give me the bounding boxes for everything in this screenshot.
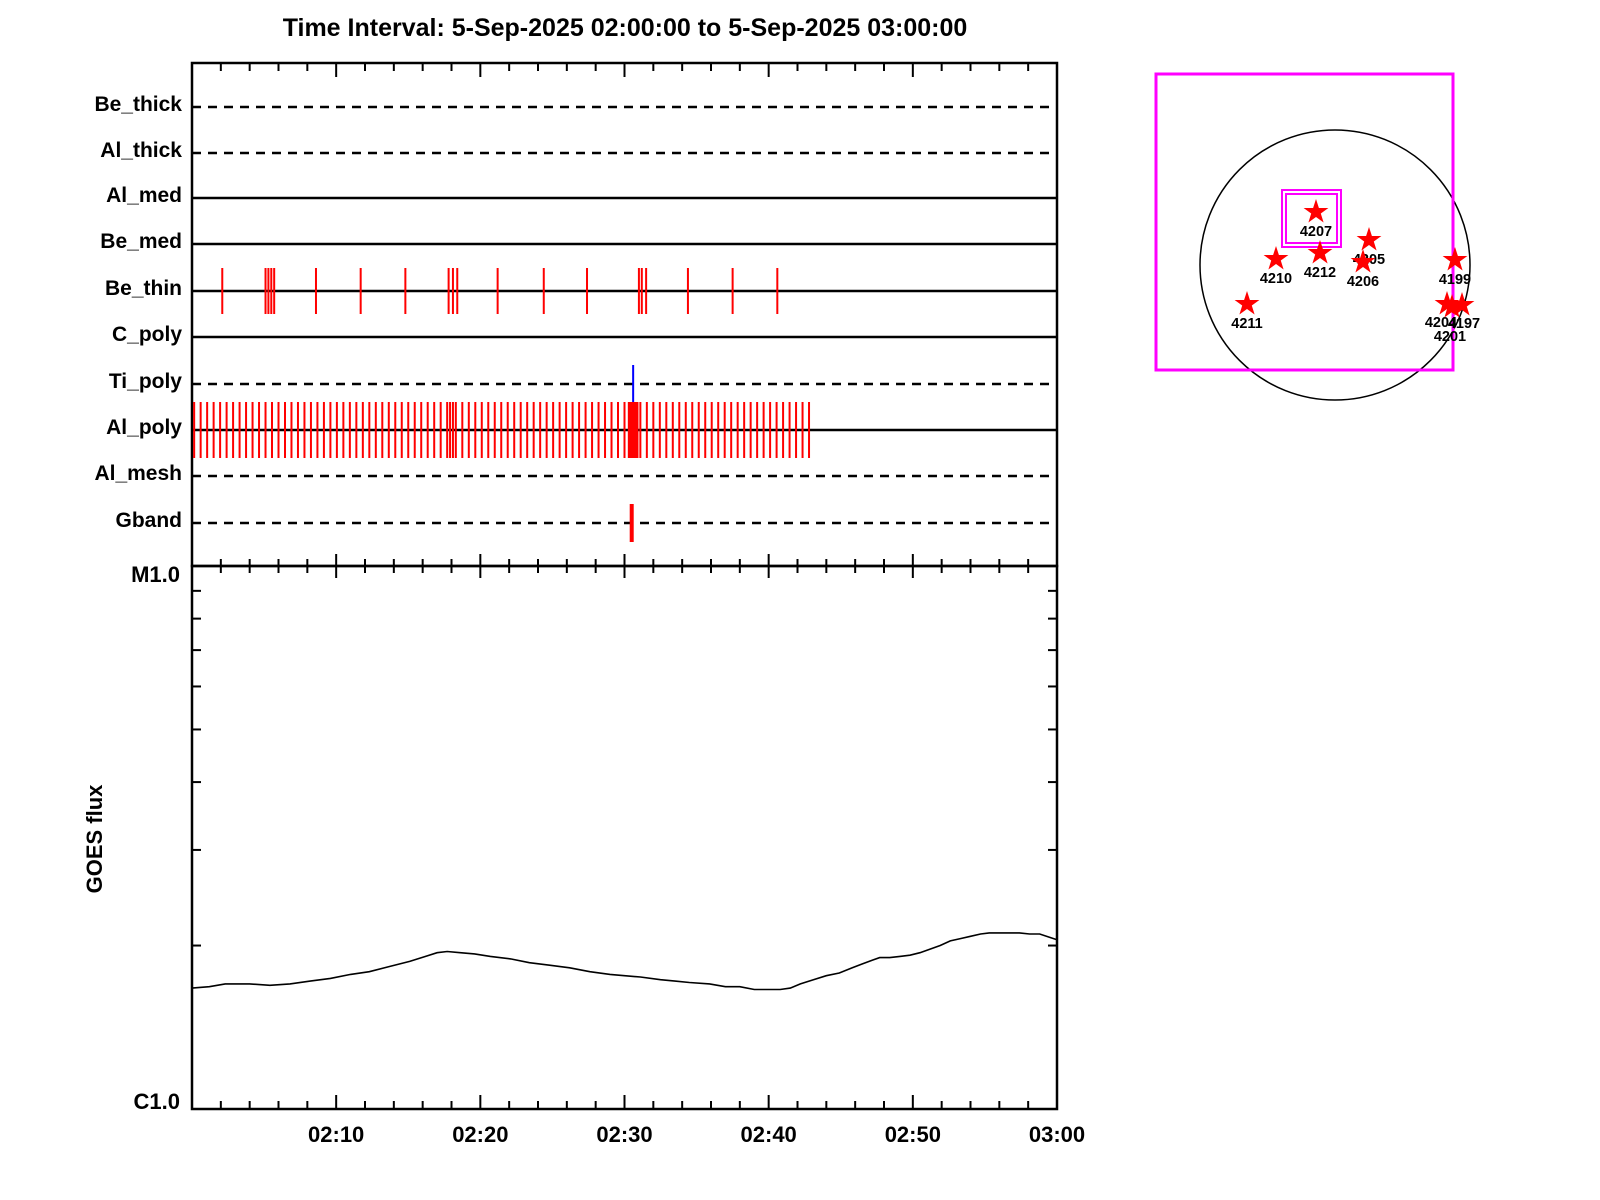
- active-region-star-4199: [1442, 247, 1468, 271]
- active-region-label-4206: 4206: [1347, 274, 1379, 290]
- x-tick-label-0230: 02:30: [596, 1122, 653, 1147]
- active-region-star-4205: [1356, 227, 1382, 251]
- channel-label-c-poly: C_poly: [111, 323, 182, 346]
- y-axis-label-m1: M1.0: [131, 562, 180, 587]
- active-region-label-4211: 4211: [1231, 316, 1262, 332]
- xrt-goes-timeline-screenshot: 4207420542104212420641994211420441974201…: [0, 0, 1600, 1200]
- goes-panel-frame: [190, 564, 1059, 1111]
- plot-canvas: 4207420542104212420641994211420441974201: [190, 61, 1480, 1111]
- channel-label-al-med: Al_med: [106, 184, 182, 207]
- active-region-star-4211: [1234, 291, 1260, 315]
- active-region-label-4212: 4212: [1304, 265, 1336, 281]
- active-region-label-4210: 4210: [1260, 271, 1292, 287]
- channel-label-be-thin: Be_thin: [104, 277, 182, 300]
- x-tick-label-0250: 02:50: [884, 1122, 941, 1147]
- channel-label-gband: Gband: [115, 509, 183, 532]
- y-axis-label-c1: C1.0: [133, 1089, 180, 1114]
- x-tick-label-0220: 02:20: [452, 1122, 509, 1147]
- channel-label-ti-poly: Ti_poly: [108, 370, 182, 393]
- active-region-label-4201: 4201: [1434, 329, 1466, 345]
- channel-label-al-thick: Al_thick: [100, 139, 182, 162]
- fov-box: [1154, 72, 1455, 372]
- page-title: Time Interval: 5-Sep-2025 02:00:00 to 5-…: [282, 14, 968, 42]
- active-region-star-4210: [1263, 246, 1289, 270]
- active-region-star-4207: [1303, 199, 1329, 223]
- channel-label-al-mesh: Al_mesh: [94, 462, 182, 485]
- goes-flux-curve: [191, 932, 1058, 991]
- active-region-label-4199: 4199: [1439, 272, 1471, 288]
- x-tick-label-0240: 02:40: [740, 1122, 797, 1147]
- goes-flux-axis-title: GOES flux: [82, 784, 107, 894]
- channel-label-be-med: Be_med: [100, 230, 182, 253]
- channel-label-al-poly: Al_poly: [106, 416, 182, 439]
- x-tick-label-0210: 02:10: [308, 1122, 365, 1147]
- active-region-label-4207: 4207: [1300, 224, 1332, 240]
- xrt-exposure-panel-frame: [190, 61, 1059, 568]
- channel-label-be-thick: Be_thick: [94, 93, 182, 116]
- x-tick-label-0300: 03:00: [1028, 1122, 1086, 1147]
